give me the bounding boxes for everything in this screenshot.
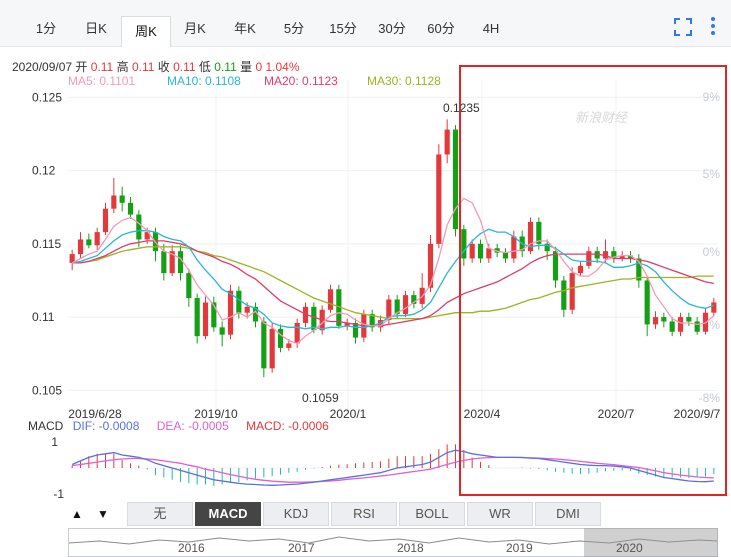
y-tick-left: 0.105 (32, 383, 62, 397)
candle-body (127, 202, 134, 215)
candle-body (661, 317, 667, 322)
candle-body (652, 317, 659, 325)
candle-body (577, 265, 584, 274)
indicator-tab-rsi[interactable]: RSI (331, 502, 397, 526)
dea-label: DEA: -0.0005 (156, 419, 229, 433)
candle-body (444, 129, 450, 155)
candle-body (294, 322, 300, 344)
navigator-year-2019: 2019 (506, 541, 533, 555)
ma30-line (72, 246, 714, 320)
macd-axis-top: 1 (51, 435, 58, 449)
candle-body (402, 295, 409, 315)
y-tick-right: -8% (699, 391, 721, 405)
candle-body (94, 232, 100, 246)
candle-body (477, 243, 484, 259)
indicator-tab-dmi[interactable]: DMI (535, 502, 601, 526)
candle-body (486, 248, 492, 259)
candle-body (561, 280, 567, 310)
candle-body (261, 321, 267, 369)
macd-legend: MACD DIF: -0.0008 DEA: -0.0005 MACD: -0.… (28, 419, 329, 433)
candle-body (277, 328, 284, 348)
y-tick-right: 0% (703, 245, 721, 259)
candle-body (194, 298, 200, 337)
candle-body (111, 195, 117, 209)
candle-body (569, 273, 575, 310)
navigator-year-2018: 2018 (397, 541, 424, 555)
candle-body (644, 280, 650, 325)
navigator-year-2020: 2020 (616, 541, 643, 555)
x-tick-label: 2020/4 (464, 407, 501, 421)
candle-body (436, 154, 442, 244)
min-price-label: 0.1059 (302, 391, 339, 405)
x-tick-label: 2020/9/7 (674, 407, 721, 421)
x-tick-label: 2020/7 (598, 407, 635, 421)
candle-body (86, 239, 92, 246)
navigator-selection[interactable] (584, 528, 718, 557)
candle-body (186, 273, 192, 299)
candle-body (694, 321, 700, 332)
candle-body (469, 243, 475, 259)
candle-body (269, 328, 275, 369)
candle-body (219, 327, 225, 335)
x-tick-label: 2020/1 (330, 407, 367, 421)
candle-body (102, 208, 109, 233)
y-tick-right: 9% (703, 90, 721, 104)
candle-body (136, 214, 142, 240)
y-tick-left: 0.125 (32, 90, 62, 104)
candle-body (552, 251, 559, 281)
candle-body (227, 290, 234, 335)
scroll-down-button[interactable]: ▼ (92, 504, 114, 524)
candle-body (686, 317, 692, 322)
candle-body (161, 251, 167, 274)
navigator-year-2017: 2017 (288, 541, 315, 555)
candle-body (286, 343, 292, 348)
watermark: 新浪财经 (575, 110, 629, 125)
ma5-line (71, 197, 715, 345)
candle-body (452, 129, 459, 230)
candle-body (119, 195, 125, 203)
candle-body (327, 289, 334, 310)
y-tick-left: 0.115 (32, 237, 61, 251)
candle-body (77, 239, 84, 255)
ma20-line (72, 240, 714, 327)
candle-body (511, 236, 517, 259)
macd-axis-bottom: -1 (53, 487, 64, 500)
candle-body (502, 252, 509, 259)
candle-body (202, 302, 209, 337)
y-tick-right: 5% (703, 167, 721, 181)
candle-body (236, 290, 242, 313)
candle-body (244, 306, 250, 313)
candle-body (711, 302, 717, 313)
candle-body (669, 321, 675, 332)
y-tick-left: 0.12 (32, 164, 56, 178)
candle-body (586, 251, 592, 266)
indicator-tab-wr[interactable]: WR (467, 502, 533, 526)
macd-title: MACD (28, 419, 64, 433)
dif-label: DIF: -0.0008 (72, 419, 140, 433)
y-tick-left: 0.11 (32, 310, 55, 324)
macd-value-label: MACD: -0.0006 (246, 419, 329, 433)
candle-body (677, 317, 684, 332)
indicator-tab-none[interactable]: 无 (127, 502, 193, 526)
max-price-label: 0.1235 (443, 101, 480, 115)
indicator-tab-boll[interactable]: BOLL (399, 502, 465, 526)
navigator-year-2016: 2016 (178, 541, 205, 555)
indicator-tab-macd[interactable]: MACD (195, 502, 261, 526)
indicator-tab-kdj[interactable]: KDJ (263, 502, 329, 526)
scroll-up-button[interactable]: ▲ (66, 504, 88, 524)
